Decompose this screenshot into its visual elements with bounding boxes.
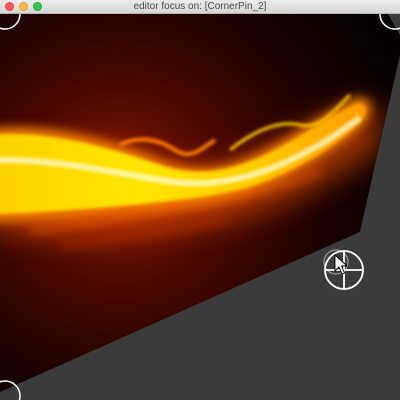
viewer-canvas[interactable] [0, 14, 400, 400]
editor-window: editor focus on: [CornerPin_2] [0, 0, 400, 400]
window-title: editor focus on: [CornerPin_2] [133, 1, 267, 12]
title-bar[interactable]: editor focus on: [CornerPin_2] [0, 0, 400, 14]
